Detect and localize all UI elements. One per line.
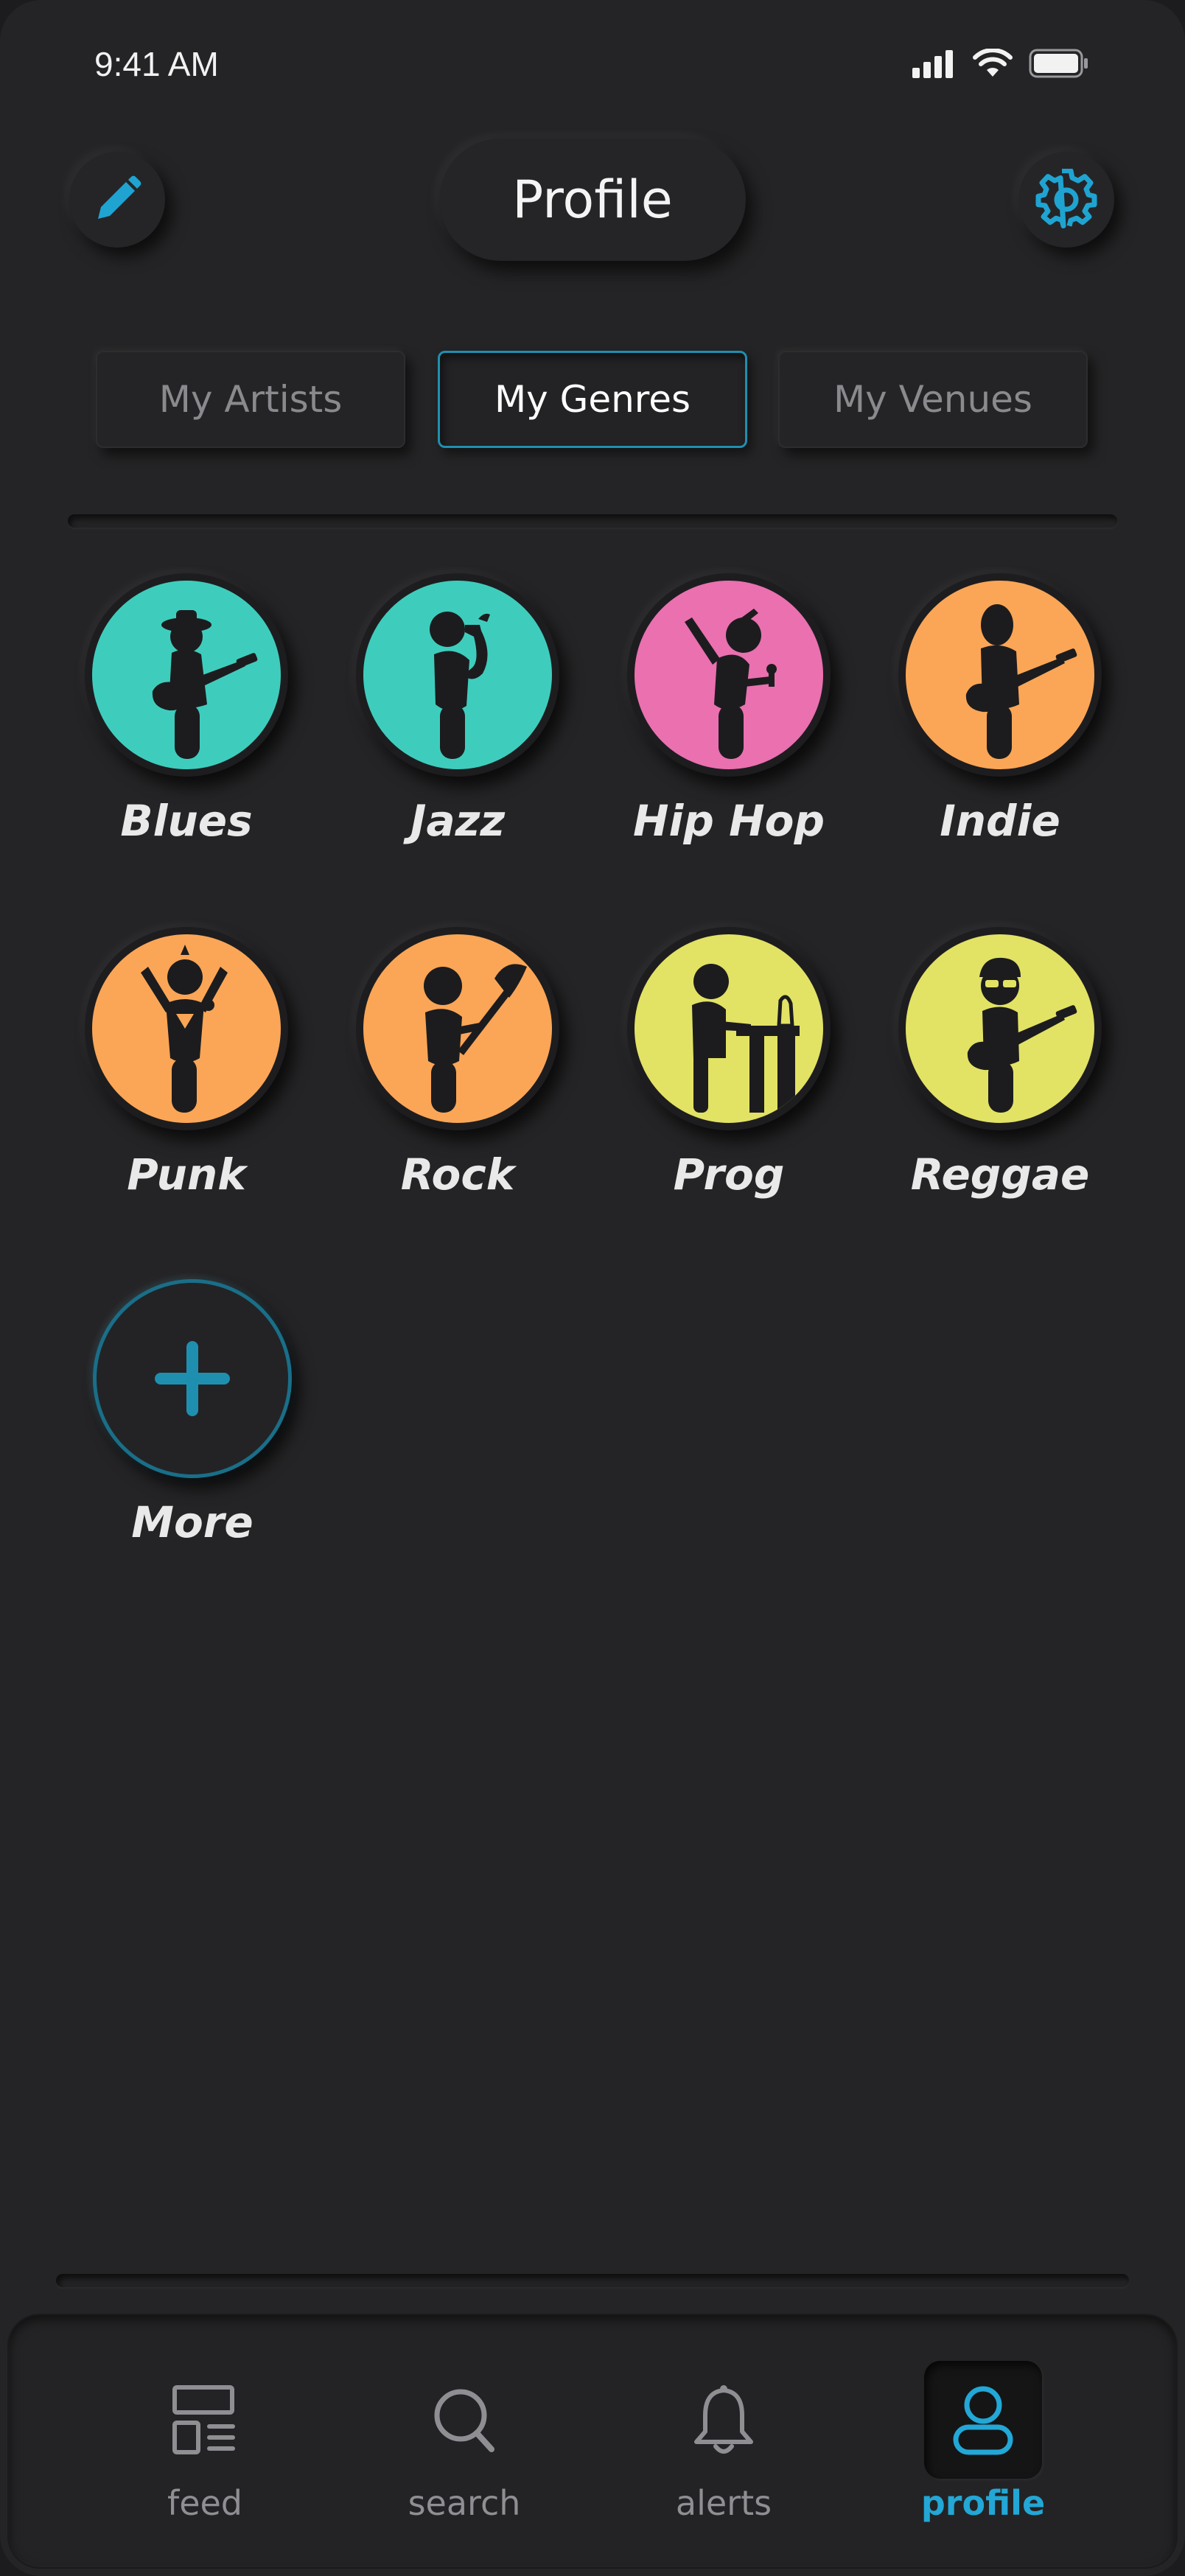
- phone-screen: 9:41 AM Profile My Artists My Genres My …: [0, 0, 1185, 2576]
- more-genres-button[interactable]: More: [85, 1279, 299, 1547]
- wifi-icon: [973, 49, 1013, 77]
- genre-label: Rock: [400, 1149, 515, 1200]
- punk-singer-icon: [141, 945, 228, 1113]
- genre-reggae[interactable]: Reggae: [893, 927, 1107, 1200]
- pencil-icon: [98, 175, 141, 219]
- genre-punk-circle: [85, 927, 288, 1130]
- rapper-icon: [685, 609, 777, 759]
- nav-divider: [56, 2274, 1129, 2287]
- profile-icon: [953, 2386, 1013, 2455]
- nav-icon-wrap: [405, 2361, 523, 2479]
- search-icon: [434, 2389, 494, 2452]
- page-title: Profile: [439, 139, 746, 261]
- nav-item-feed[interactable]: feed: [131, 2361, 279, 2523]
- edit-button[interactable]: [69, 152, 165, 248]
- tab-my-venues[interactable]: My Venues: [778, 351, 1088, 448]
- nav-icon-wrap: [146, 2361, 264, 2479]
- guitarist-hat-icon: [152, 610, 258, 759]
- nav-label: feed: [167, 2483, 242, 2523]
- tab-my-artists[interactable]: My Artists: [96, 351, 405, 448]
- section-divider: [68, 514, 1117, 528]
- gear-icon: [1035, 169, 1097, 229]
- genre-indie[interactable]: Indie: [893, 573, 1107, 846]
- guitarist-icon: [965, 604, 1077, 759]
- keyboardist-icon: [692, 964, 800, 1113]
- genre-prog[interactable]: Prog: [622, 927, 836, 1200]
- genre-blues-circle: [85, 573, 288, 777]
- plus-icon: [155, 1341, 230, 1416]
- nav-label: search: [408, 2483, 521, 2523]
- genre-label: Blues: [120, 796, 253, 846]
- genre-label: Punk: [127, 1149, 246, 1200]
- more-label: More: [131, 1497, 254, 1547]
- genre-prog-circle: [627, 927, 831, 1130]
- genre-rock[interactable]: Rock: [351, 927, 564, 1200]
- genre-label: Hip Hop: [632, 796, 825, 846]
- genre-reggae-circle: [898, 927, 1102, 1130]
- genre-rock-circle: [356, 927, 559, 1130]
- rock-guitarist-icon: [424, 964, 527, 1113]
- genre-jazz[interactable]: Jazz: [351, 573, 564, 846]
- status-time: 9:41 AM: [94, 45, 219, 83]
- genre-label: Reggae: [910, 1149, 1090, 1200]
- nav-item-alerts[interactable]: alerts: [650, 2361, 797, 2523]
- genre-label: Jazz: [410, 796, 506, 846]
- reggae-guitarist-icon: [967, 957, 1077, 1113]
- battery-icon: [1029, 49, 1088, 78]
- tab-my-genres[interactable]: My Genres: [438, 351, 747, 448]
- more-circle: [93, 1279, 292, 1478]
- nav-icon-wrap: [924, 2361, 1042, 2479]
- genre-label: Prog: [673, 1149, 785, 1200]
- genre-punk[interactable]: Punk: [80, 927, 293, 1200]
- nav-label: profile: [920, 2483, 1046, 2523]
- feed-icon: [172, 2385, 235, 2454]
- cellular-signal-icon: [912, 50, 953, 78]
- genre-hip-hop[interactable]: Hip Hop: [622, 573, 836, 846]
- bell-icon: [694, 2385, 753, 2454]
- nav-item-profile[interactable]: profile: [909, 2361, 1057, 2523]
- settings-button[interactable]: [1018, 152, 1114, 248]
- nav-item-search[interactable]: search: [391, 2361, 538, 2523]
- genre-label: Indie: [940, 796, 1060, 846]
- genre-jazz-circle: [356, 573, 559, 777]
- genre-blues[interactable]: Blues: [80, 573, 293, 846]
- genre-hip-hop-circle: [627, 573, 831, 777]
- saxophonist-icon: [430, 612, 490, 759]
- nav-label: alerts: [675, 2483, 772, 2523]
- genre-indie-circle: [898, 573, 1102, 777]
- nav-icon-wrap: [665, 2361, 783, 2479]
- status-icons: [912, 49, 1089, 78]
- bottom-nav: feed search alerts profile: [7, 2314, 1178, 2569]
